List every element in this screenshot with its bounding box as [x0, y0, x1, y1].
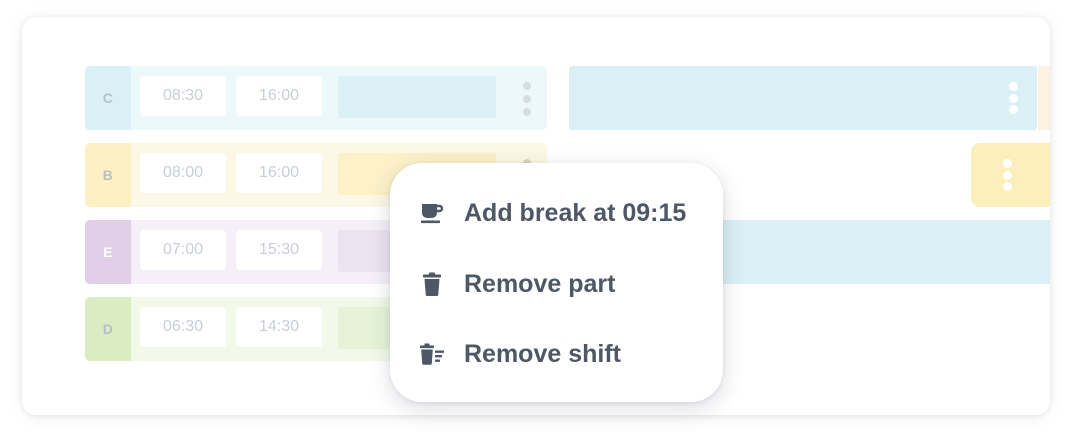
trash-list-icon — [418, 340, 446, 368]
context-menu: Add break at 09:15 Remove part Remove sh… — [390, 163, 723, 402]
remove-part-menu-item[interactable]: Remove part — [418, 264, 708, 304]
more-options-icon[interactable] — [521, 82, 533, 116]
menu-item-label: Add break at 09:15 — [464, 198, 687, 227]
end-time-field[interactable]: 16:00 — [236, 153, 322, 193]
menu-item-label: Remove shift — [464, 339, 621, 368]
add-break-menu-item[interactable]: Add break at 09:15 — [418, 193, 708, 233]
start-time-field[interactable]: 08:30 — [140, 76, 226, 116]
shift-row-c: C 08:30 16:00 — [85, 66, 547, 130]
timeline-bar-c[interactable] — [569, 66, 1037, 130]
start-time-field[interactable]: 07:00 — [140, 230, 226, 270]
timeline-bar-b[interactable] — [971, 143, 1050, 207]
shift-part-bar[interactable] — [338, 76, 496, 118]
shift-label: C — [85, 66, 131, 130]
coffee-cup-icon — [418, 199, 446, 227]
shift-label: D — [85, 297, 131, 361]
end-time-field[interactable]: 14:30 — [236, 307, 322, 347]
trash-icon — [418, 270, 446, 298]
end-time-field[interactable]: 15:30 — [236, 230, 322, 270]
remove-shift-menu-item[interactable]: Remove shift — [418, 334, 708, 374]
more-options-icon[interactable] — [1001, 159, 1013, 191]
more-options-icon[interactable] — [1007, 82, 1019, 114]
start-time-field[interactable]: 06:30 — [140, 307, 226, 347]
end-time-field[interactable]: 16:00 — [236, 76, 322, 116]
shift-label: B — [85, 143, 131, 207]
start-time-field[interactable]: 08:00 — [140, 153, 226, 193]
menu-item-label: Remove part — [464, 269, 616, 298]
shift-label: E — [85, 220, 131, 284]
timeline-bar-edge — [1038, 66, 1050, 130]
timeline-bar-e[interactable] — [712, 220, 1050, 284]
